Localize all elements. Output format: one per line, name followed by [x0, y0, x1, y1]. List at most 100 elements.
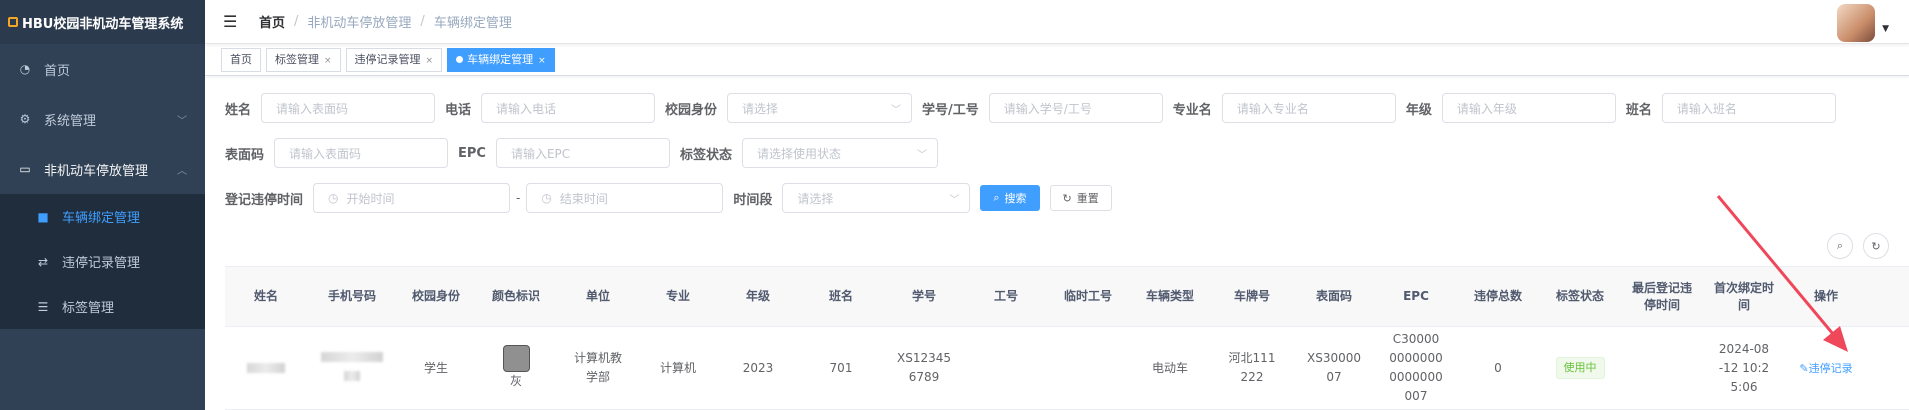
close-icon[interactable]: × — [324, 56, 332, 66]
epc-input[interactable]: 请输入EPC — [495, 138, 670, 168]
chevron-down-icon: ﹀ — [891, 104, 902, 116]
grade-input[interactable]: 请输入年级 — [1441, 93, 1616, 123]
search-icon: ⌕ — [993, 191, 1000, 204]
tag-tag-management[interactable]: 标签管理 × — [266, 47, 341, 72]
sidebar-item-system[interactable]: ⚙ 系统管理 ﹀ — [0, 94, 205, 144]
cell-grade: 2023 — [742, 360, 774, 375]
tag-home[interactable]: 首页 — [221, 47, 261, 72]
chevron-down-icon: ﹀ — [916, 149, 927, 161]
column-header: 首次绑定时间 — [1713, 280, 1774, 312]
column-header: 表面码 — [1315, 289, 1352, 303]
refresh-icon: ↻ — [1062, 191, 1072, 205]
toggle-search-button[interactable]: ⌕ — [1827, 233, 1853, 259]
cell-surface: XS3000007 — [1307, 351, 1362, 384]
sidebar-item-tag-management[interactable]: ☰ 标签管理 — [0, 284, 205, 329]
start-time-picker[interactable]: ◷ 开始时间 — [313, 183, 511, 213]
active-dot-icon — [456, 55, 464, 63]
dashboard-icon: ◔ — [19, 62, 31, 76]
sidebar: HBU校园非机动车管理系统 ◔ 首页 ⚙ 系统管理 ﹀ ▭ 非机动车停放管理 ︿… — [0, 0, 205, 410]
column-header: 违停总数 — [1473, 289, 1522, 303]
search-button[interactable]: ⌕ 搜索 — [980, 185, 1040, 211]
cell-staff-no — [965, 327, 1047, 409]
column-header: 专业 — [665, 289, 690, 303]
main-area: ☰ 首页 / 非机动车停放管理 / 车辆绑定管理 ▼ 首页 标签管理 × 违停记录… — [205, 0, 1909, 410]
cell-unit: 计算机教学部 — [573, 351, 622, 384]
chevron-down-icon: ﹀ — [949, 194, 960, 206]
monitor-icon: ▭ — [19, 162, 31, 176]
cell-status: 使用中 — [1539, 327, 1621, 409]
close-icon[interactable]: × — [538, 56, 546, 66]
sidebar-item-vehicle-binding[interactable]: ■ 车辆绑定管理 — [0, 194, 205, 239]
clock-icon: ◷ — [328, 191, 339, 205]
cell-phone — [307, 327, 397, 409]
surface-code-label: 表面码 — [225, 147, 265, 163]
close-icon[interactable]: × — [426, 56, 434, 66]
table-row: 学生 灰 计算机教学部 计算机 2023 701 XS123456789 电动车… — [225, 327, 1909, 410]
status-badge: 使用中 — [1555, 357, 1605, 379]
column-header: 临时工号 — [1063, 289, 1112, 303]
app-logo: HBU校园非机动车管理系统 — [0, 0, 205, 44]
reset-button[interactable]: ↻ 重置 — [1049, 185, 1112, 211]
hamburger-icon[interactable]: ☰ — [223, 12, 239, 31]
identity-select[interactable]: 请选择 ﹀ — [727, 93, 913, 123]
tags-view: 首页 标签管理 × 违停记录管理 × 车辆绑定管理 × — [205, 44, 1909, 76]
surface-code-input[interactable]: 请输入表面码 — [274, 138, 449, 168]
caret-down-icon[interactable]: ▼ — [1882, 24, 1889, 34]
refresh-button[interactable]: ↻ — [1863, 233, 1889, 259]
cell-plate: 河北111222 — [1228, 351, 1276, 384]
column-header: EPC — [1403, 289, 1429, 303]
end-time-picker[interactable]: ◷ 结束时间 — [526, 183, 724, 213]
breadcrumb-current: 车辆绑定管理 — [433, 16, 512, 31]
period-select[interactable]: 请选择 ﹀ — [782, 183, 971, 213]
column-header: 班名 — [828, 289, 853, 303]
violation-records-link[interactable]: ✎违停记录 — [1799, 359, 1852, 378]
cell-epc: C3000000000000000000007 — [1389, 332, 1443, 403]
refresh-icon: ↻ — [1871, 239, 1881, 253]
breadcrumb-parking: 非机动车停放管理 — [307, 16, 412, 31]
column-header: 姓名 — [253, 289, 278, 303]
name-input[interactable]: 请输入表面码 — [261, 93, 436, 123]
column-header: 手机号码 — [327, 289, 376, 303]
column-header: 校园身份 — [411, 289, 460, 303]
student-no-label: 学号/工号 — [922, 102, 979, 118]
search-form: 姓名 请输入表面码 电话 请输入电话 校园身份 请选择 ﹀ 学号/工号 请输入学号… — [225, 93, 1909, 228]
cell-color: 灰 — [475, 327, 557, 409]
column-header: 年级 — [745, 289, 770, 303]
cell-last-time — [1621, 327, 1703, 409]
cell-temp-no — [1047, 327, 1129, 409]
cell-class: 701 — [829, 360, 853, 375]
cell-vehicle-type: 电动车 — [1151, 360, 1188, 375]
cell-violations: 0 — [1494, 360, 1502, 375]
tag-status-label: 标签状态 — [679, 147, 732, 163]
class-input[interactable]: 请输入班名 — [1661, 93, 1836, 123]
breadcrumb-home[interactable]: 首页 — [259, 12, 285, 31]
breadcrumb: 首页 / 非机动车停放管理 / 车辆绑定管理 — [259, 12, 512, 31]
tag-violation-records[interactable]: 违停记录管理 × — [345, 47, 443, 72]
sidebar-item-violation-records[interactable]: ⇄ 违停记录管理 — [0, 239, 205, 284]
major-label: 专业名 — [1172, 102, 1212, 118]
sidebar-item-home[interactable]: ◔ 首页 — [0, 44, 205, 94]
column-header: 标签状态 — [1555, 289, 1604, 303]
cell-name — [225, 327, 307, 409]
student-no-input[interactable]: 请输入学号/工号 — [988, 93, 1163, 123]
phone-input[interactable]: 请输入电话 — [481, 93, 656, 123]
clock-icon: ◷ — [541, 191, 552, 205]
app-title: HBU校园非机动车管理系统 — [22, 16, 184, 32]
chevron-down-icon: ﹀ — [177, 115, 187, 127]
phone-label: 电话 — [445, 102, 472, 118]
tag-status-select[interactable]: 请选择使用状态 ﹀ — [741, 138, 938, 168]
table-header: 姓名 手机号码 校园身份 颜色标识 单位 专业 年级 班名 学号 工号 临时工号 车辆类型 车牌号 表面码… — [225, 267, 1909, 327]
tag-vehicle-binding[interactable]: 车辆绑定管理 × — [447, 47, 555, 72]
sidebar-item-parking[interactable]: ▭ 非机动车停放管理 ︿ — [0, 144, 205, 194]
identity-label: 校园身份 — [665, 102, 718, 118]
column-header: 最后登记违停时间 — [1631, 280, 1692, 312]
logo-icon — [8, 17, 18, 27]
major-input[interactable]: 请输入专业名 — [1221, 93, 1396, 123]
reg-time-label: 登记违停时间 — [225, 192, 304, 208]
list-icon: ☰ — [37, 299, 49, 314]
avatar[interactable] — [1837, 4, 1875, 42]
cell-identity: 学生 — [423, 360, 448, 375]
table-tools: ⌕ ↻ — [1817, 233, 1889, 259]
period-label: 时间段 — [733, 192, 773, 208]
swap-icon: ⇄ — [37, 254, 49, 269]
